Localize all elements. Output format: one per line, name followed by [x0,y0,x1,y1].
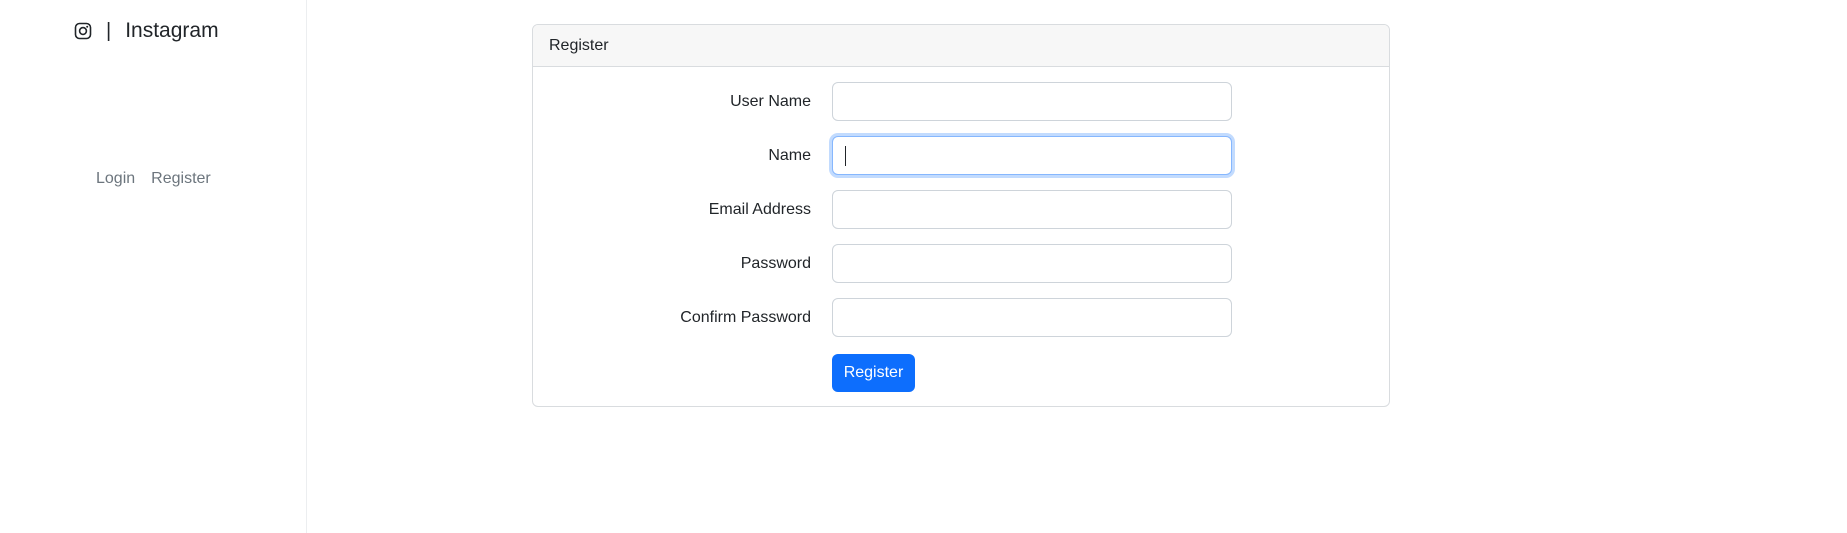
confirm-password-input[interactable] [832,298,1232,337]
brand-separator: | [106,20,112,42]
form-row-email: Email Address [533,190,1389,230]
form-row-name: Name [533,136,1389,176]
name-input[interactable] [832,136,1232,175]
register-link[interactable]: Register [151,170,211,188]
brand[interactable]: | Instagram [74,18,219,44]
register-card: Register User Name Name Email Address Pa… [532,24,1390,407]
login-link[interactable]: Login [96,170,135,188]
register-button[interactable]: Register [832,354,915,392]
card-header: Register [533,25,1389,67]
password-input[interactable] [832,244,1232,283]
form-row-username: User Name [533,82,1389,122]
password-label: Password [740,255,811,272]
text-caret [845,146,846,166]
form-row-password: Password [533,244,1389,284]
name-label: Name [768,147,811,164]
confirm-password-label: Confirm Password [680,309,811,326]
username-input[interactable] [832,82,1232,121]
sidebar: | Instagram Login Register [0,0,307,533]
email-label: Email Address [708,201,811,218]
form-row-confirm-password: Confirm Password [533,298,1389,338]
brand-title: Instagram [125,19,219,42]
email-input[interactable] [832,190,1232,229]
username-label: User Name [730,93,811,110]
instagram-icon [74,22,92,40]
sidebar-nav: Login Register [96,170,211,188]
